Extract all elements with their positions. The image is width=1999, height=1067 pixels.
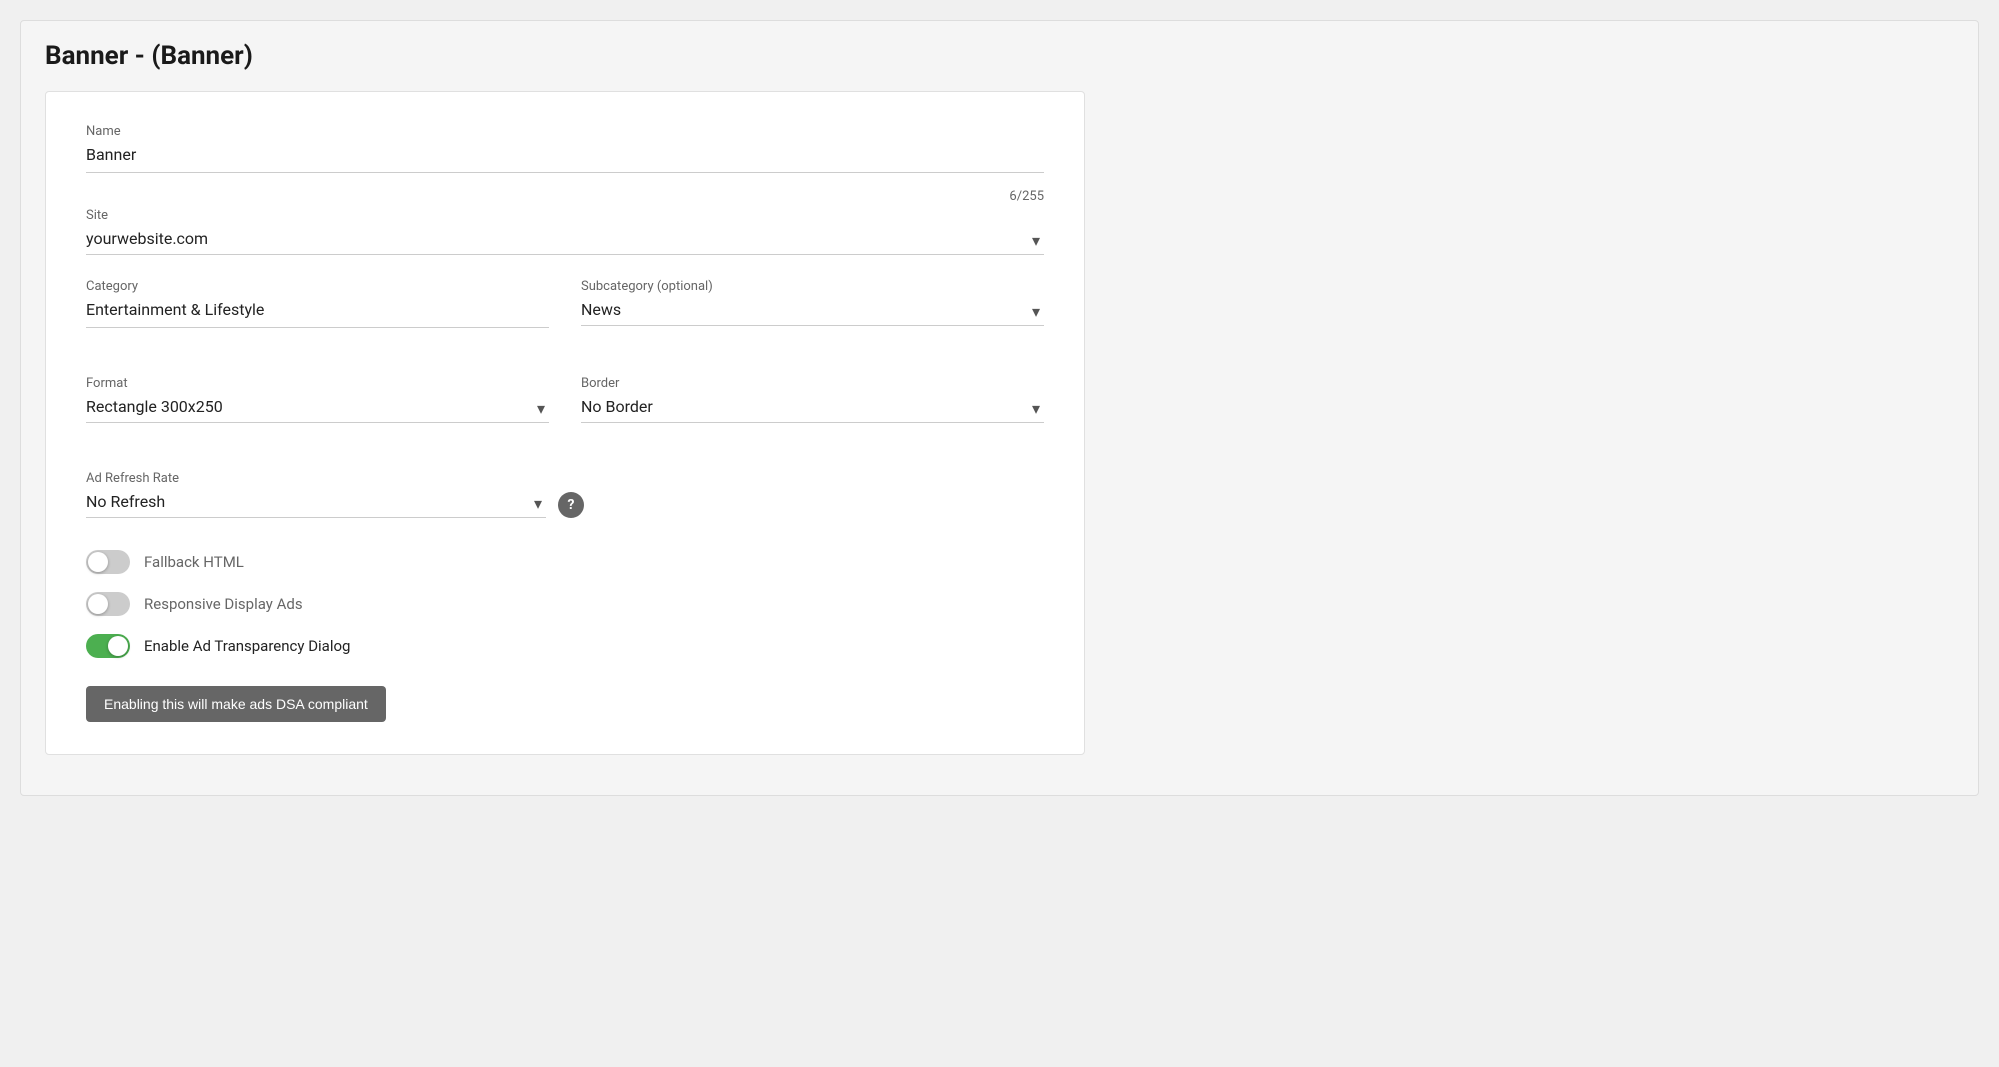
site-dropdown-arrow: ▾: [1032, 231, 1040, 250]
fallback-html-label: Fallback HTML: [144, 553, 244, 571]
border-field-group: Border No Border ▾: [581, 376, 1044, 423]
name-field-block: Name Banner: [86, 124, 1044, 173]
refresh-value: No Refresh: [86, 492, 165, 511]
format-select[interactable]: Rectangle 300x250 ▾: [86, 397, 549, 423]
name-value: Banner: [86, 145, 1044, 173]
category-label: Category: [86, 279, 549, 294]
responsive-ads-toggle-row: Responsive Display Ads: [86, 592, 1044, 616]
site-field-group: 6/255 Site yourwebsite.com ▾: [86, 189, 1044, 255]
format-label: Format: [86, 376, 549, 391]
site-label: Site: [86, 208, 1044, 223]
format-border-row: Format Rectangle 300x250 ▾ Border No Bor…: [86, 376, 1044, 447]
border-dropdown-arrow: ▾: [1032, 399, 1040, 418]
transparency-toggle-knob: [108, 636, 128, 656]
fallback-html-toggle-knob: [88, 552, 108, 572]
refresh-help-icon[interactable]: ?: [558, 492, 584, 518]
refresh-dropdown-arrow: ▾: [534, 494, 542, 513]
site-value: yourwebsite.com: [86, 229, 1044, 248]
border-select[interactable]: No Border ▾: [581, 397, 1044, 423]
subcategory-dropdown-arrow: ▾: [1032, 302, 1040, 321]
subcategory-select[interactable]: News ▾: [581, 300, 1044, 326]
responsive-ads-label: Responsive Display Ads: [144, 595, 303, 613]
site-select[interactable]: yourwebsite.com ▾: [86, 229, 1044, 255]
format-field-group: Format Rectangle 300x250 ▾: [86, 376, 549, 423]
page-title: Banner - (Banner): [45, 41, 1954, 71]
char-count: 6/255: [86, 189, 1044, 204]
category-value: Entertainment & Lifestyle: [86, 300, 549, 328]
ad-refresh-label: Ad Refresh Rate: [86, 471, 1044, 486]
form-card: Name Banner 6/255 Site yourwebsite.com ▾…: [45, 91, 1085, 755]
refresh-select[interactable]: No Refresh ▾: [86, 492, 546, 518]
page-wrapper: Banner - (Banner) Name Banner 6/255 Site…: [20, 20, 1979, 796]
transparency-toggle-row: Enable Ad Transparency Dialog: [86, 634, 1044, 658]
toggles-section: Fallback HTML Responsive Display Ads Ena…: [86, 550, 1044, 658]
subcategory-field-group: Subcategory (optional) News ▾: [581, 279, 1044, 328]
subcategory-label: Subcategory (optional): [581, 279, 1044, 294]
border-value: No Border: [581, 397, 1044, 416]
border-label: Border: [581, 376, 1044, 391]
category-subcategory-row: Category Entertainment & Lifestyle Subca…: [86, 279, 1044, 352]
fallback-html-toggle[interactable]: [86, 550, 130, 574]
subcategory-value: News: [581, 300, 1044, 319]
format-dropdown-arrow: ▾: [537, 399, 545, 418]
ad-refresh-field-group: Ad Refresh Rate No Refresh ▾ ?: [86, 471, 1044, 518]
fallback-html-toggle-row: Fallback HTML: [86, 550, 1044, 574]
transparency-label: Enable Ad Transparency Dialog: [144, 637, 350, 655]
dsa-button[interactable]: Enabling this will make ads DSA complian…: [86, 686, 386, 722]
name-label: Name: [86, 124, 1044, 139]
refresh-row: No Refresh ▾ ?: [86, 492, 1044, 518]
responsive-ads-toggle-knob: [88, 594, 108, 614]
format-value: Rectangle 300x250: [86, 397, 549, 416]
category-field-group: Category Entertainment & Lifestyle: [86, 279, 549, 328]
responsive-ads-toggle[interactable]: [86, 592, 130, 616]
transparency-toggle[interactable]: [86, 634, 130, 658]
